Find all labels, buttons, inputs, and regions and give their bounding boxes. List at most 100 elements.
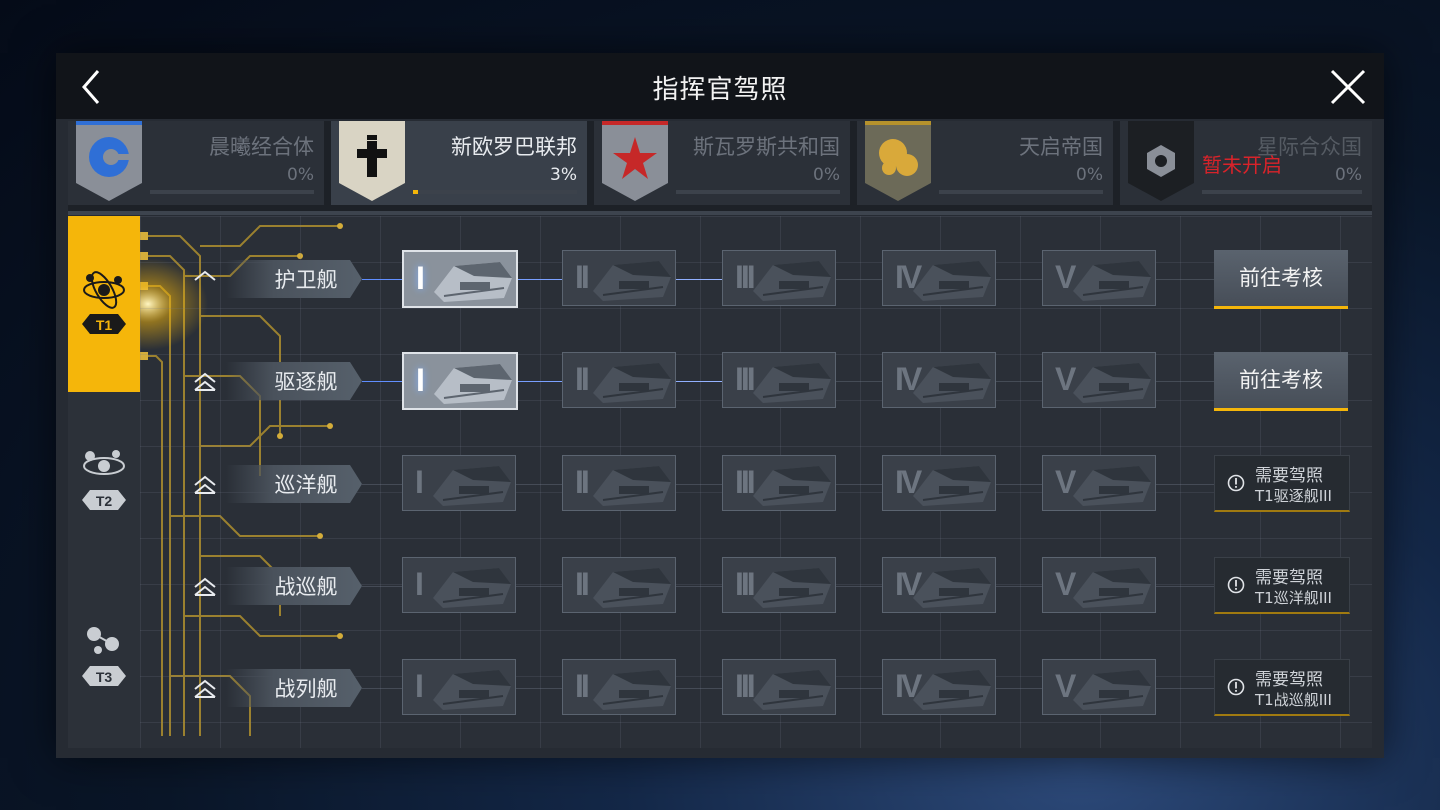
license-level-cell[interactable]: III: [722, 352, 836, 408]
faction-name: 斯瓦罗斯共和国: [693, 135, 840, 159]
license-level-cell[interactable]: III: [722, 557, 836, 613]
faction-progress-bar: [150, 190, 314, 194]
ship-class-label: 战巡舰: [226, 567, 362, 605]
caret-up-icon: [194, 270, 216, 281]
caret-up-icon: [194, 372, 216, 391]
faction-tab-neo-europa[interactable]: 新欧罗巴联邦 3%: [331, 121, 587, 205]
level-numeral: IV: [895, 361, 922, 397]
level-numeral: I: [416, 362, 425, 398]
title-bar: 指挥官驾照: [56, 53, 1384, 119]
atom-t2-icon: T2: [82, 450, 126, 510]
license-level-cell[interactable]: II: [562, 352, 676, 408]
divider: [68, 211, 1372, 215]
atom-t1-icon: T1: [82, 271, 126, 334]
ship-class-row: 护卫舰 I II III IV V 前往考核: [140, 250, 1372, 310]
star-emblem-icon: [602, 121, 668, 201]
faction-tabs: 晨曦经合体 0% 新欧罗巴联邦 3% 斯瓦罗斯共和国 0% 天启帝国 0% 星际…: [68, 121, 1372, 215]
faction-tab-dawn[interactable]: 晨曦经合体 0%: [68, 121, 324, 205]
level-numeral: I: [415, 668, 424, 704]
circle-emblem-icon: [76, 121, 142, 201]
warning-icon: [1227, 678, 1245, 696]
level-numeral: II: [575, 464, 590, 500]
tier-tab-t3[interactable]: T3: [68, 568, 140, 744]
requirement-title: 需要驾照: [1255, 466, 1323, 486]
license-level-cell[interactable]: II: [562, 659, 676, 715]
faction-percent: 0%: [813, 165, 840, 185]
requirement-detail: T1驱逐舰III: [1255, 487, 1332, 505]
level-numeral: V: [1055, 259, 1076, 295]
tier-tab-t2[interactable]: T2: [68, 392, 140, 568]
ship-class-name: 驱逐舰: [274, 370, 338, 394]
license-level-cell[interactable]: V: [1042, 557, 1156, 613]
license-requirement: 需要驾照 T1巡洋舰III: [1214, 557, 1350, 614]
ship-class-row: 驱逐舰 I II III IV V 前往考核: [140, 352, 1372, 412]
go-to-exam-button[interactable]: 前往考核: [1214, 352, 1348, 411]
license-level-cell[interactable]: IV: [882, 250, 996, 306]
license-requirement: 需要驾照 T1战巡舰III: [1214, 659, 1350, 716]
level-numeral: V: [1055, 464, 1076, 500]
license-level-cell[interactable]: III: [722, 455, 836, 511]
license-level-cell[interactable]: IV: [882, 455, 996, 511]
license-level-cell[interactable]: IV: [882, 659, 996, 715]
license-level-cell[interactable]: V: [1042, 352, 1156, 408]
license-level-cell[interactable]: I: [402, 250, 518, 308]
license-level-cell[interactable]: I: [402, 659, 516, 715]
ship-class-name: 巡洋舰: [274, 473, 338, 497]
page-title: 指挥官驾照: [652, 75, 788, 105]
faction-tab-interstellar-union[interactable]: 星际合众国 暂未开启 0%: [1120, 121, 1372, 205]
go-to-exam-button[interactable]: 前往考核: [1214, 250, 1348, 309]
atom-t3-icon: T3: [82, 627, 126, 686]
level-numeral: III: [735, 464, 756, 500]
ship-class-name: 护卫舰: [274, 268, 338, 292]
spheres-emblem-icon: [865, 121, 931, 201]
ship-class-label: 战列舰: [226, 669, 362, 707]
ship-class-label: 护卫舰: [226, 260, 362, 298]
close-button[interactable]: [1328, 67, 1368, 107]
level-numeral: IV: [895, 464, 922, 500]
faction-tab-swaros[interactable]: 斯瓦罗斯共和国 0%: [594, 121, 850, 205]
grid-line: [140, 538, 1372, 539]
grid-line: [140, 446, 1372, 447]
expand-caret-button[interactable]: [190, 675, 220, 705]
license-level-cell[interactable]: V: [1042, 659, 1156, 715]
license-level-cell[interactable]: II: [562, 455, 676, 511]
ship-class-label: 驱逐舰: [226, 362, 362, 400]
license-level-cell[interactable]: I: [402, 557, 516, 613]
level-numeral: V: [1055, 566, 1076, 602]
license-level-cell[interactable]: V: [1042, 250, 1156, 306]
license-level-cell[interactable]: IV: [882, 352, 996, 408]
requirement-detail: T1巡洋舰III: [1255, 589, 1332, 607]
license-level-cell[interactable]: IV: [882, 557, 996, 613]
ship-class-row: 战巡舰 I II III IV V 需要驾照 T1巡洋舰III: [140, 557, 1372, 617]
caret-up-icon: [194, 679, 216, 698]
license-level-cell[interactable]: V: [1042, 455, 1156, 511]
faction-progress-bar: [413, 190, 577, 194]
expand-caret-button[interactable]: [190, 368, 220, 398]
faction-percent: 0%: [287, 165, 314, 185]
ship-class-label: 巡洋舰: [226, 465, 362, 503]
expand-caret-button[interactable]: [190, 266, 220, 296]
tier-tab-t1[interactable]: T1: [68, 216, 140, 392]
faction-tab-apocalypse[interactable]: 天启帝国 0%: [857, 121, 1113, 205]
license-level-cell[interactable]: III: [722, 659, 836, 715]
license-level-cell[interactable]: I: [402, 352, 518, 410]
level-numeral: III: [735, 361, 756, 397]
level-numeral: I: [415, 566, 424, 602]
license-level-cell[interactable]: I: [402, 455, 516, 511]
expand-caret-button[interactable]: [190, 573, 220, 603]
tier-label: T1: [96, 317, 113, 333]
faction-name: 天启帝国: [1019, 135, 1103, 159]
warning-icon: [1227, 474, 1245, 492]
license-panel: 指挥官驾照 晨曦经合体 0% 新欧罗巴联邦 3% 斯瓦罗斯共和国 0% 天启帝国…: [56, 53, 1384, 758]
level-numeral: III: [735, 259, 756, 295]
close-x-icon: [1330, 69, 1366, 105]
expand-caret-button[interactable]: [190, 471, 220, 501]
level-numeral: I: [416, 260, 425, 296]
license-level-cell[interactable]: II: [562, 557, 676, 613]
caret-up-icon: [194, 475, 216, 494]
level-numeral: II: [575, 668, 590, 704]
license-level-cell[interactable]: III: [722, 250, 836, 306]
grid-line: [140, 630, 1372, 631]
requirement-title: 需要驾照: [1255, 670, 1323, 690]
license-level-cell[interactable]: II: [562, 250, 676, 306]
